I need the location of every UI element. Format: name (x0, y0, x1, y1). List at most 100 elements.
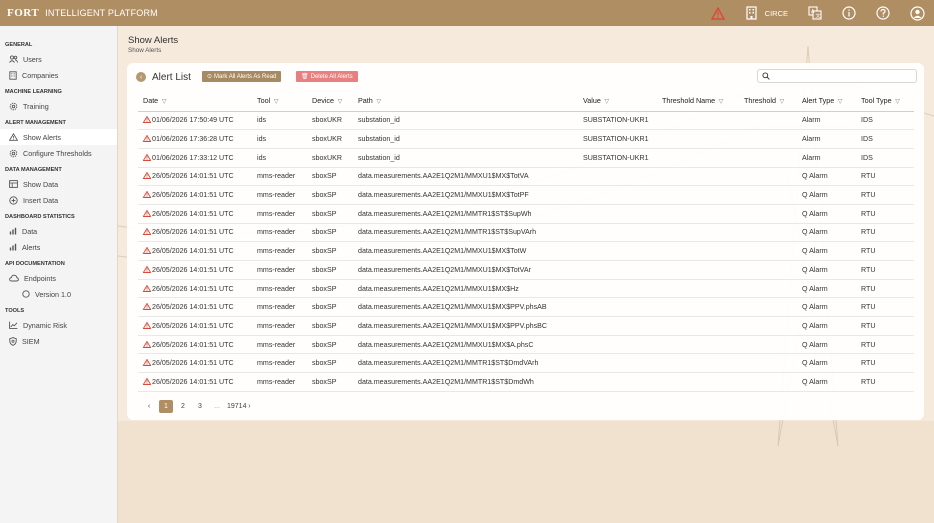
cell-value: mms-reader (257, 321, 296, 330)
column-header[interactable]: Date ▽ (138, 91, 252, 112)
table-cell: data.measurements.AA2E1Q2M1/MMXU1$MX$A.p… (353, 335, 578, 355)
page-button-last[interactable]: 19714 (227, 400, 246, 413)
warning-icon (143, 191, 151, 199)
user-avatar-icon[interactable] (900, 0, 934, 26)
column-header[interactable]: Value ▽ (578, 91, 657, 112)
search-input[interactable] (773, 72, 913, 80)
info-icon[interactable] (832, 0, 866, 26)
table-row[interactable]: 01/06/2026 17:36:28 UTC ids sboxUKR substat… (138, 129, 914, 149)
table-row[interactable]: 26/05/2026 14:01:51 UTC mms-reader sboxSP d… (138, 297, 914, 318)
sidebar-item-companies[interactable]: Companies (0, 67, 117, 83)
page-button-1[interactable]: 1 (159, 400, 173, 413)
table-cell: RTU (856, 279, 914, 299)
table-cell: data.measurements.AA2E1Q2M1/MMXU1$MX$PPV… (353, 316, 578, 336)
sidebar-item-endpoints[interactable]: Endpoints (0, 270, 117, 286)
table-row[interactable]: 01/06/2026 17:33:12 UTC ids sboxUKR substat… (138, 148, 914, 168)
page-button-2[interactable]: 2 (176, 400, 190, 413)
table-cell: Alarm (797, 111, 856, 131)
sidebar-item-version[interactable]: Version 1.0 (0, 286, 117, 302)
table-cell: Q Alarm (797, 241, 856, 261)
table-row[interactable]: 26/05/2026 14:01:51 UTC mms-reader sboxSP d… (138, 279, 914, 299)
table-cell: Q Alarm (797, 335, 856, 355)
delete-all-label: Delete All Alerts (310, 73, 353, 80)
table-cell (578, 279, 657, 299)
alert-notification-icon[interactable] (701, 0, 735, 26)
table-cell (739, 316, 797, 336)
table-row[interactable]: 26/05/2026 14:01:51 UTC mms-reader sboxSP d… (138, 260, 914, 280)
table-cell: RTU (856, 185, 914, 205)
sidebar-item-configure-thresholds[interactable]: Configure Thresholds (0, 145, 117, 161)
cell-value: RTU (861, 284, 876, 293)
table-cell (657, 129, 739, 149)
table-cell: 26/05/2026 14:01:51 UTC (138, 335, 252, 355)
prev-page-button[interactable]: ‹ (142, 400, 156, 413)
table-row[interactable]: 26/05/2026 14:01:51 UTC mms-reader sboxSP d… (138, 353, 914, 374)
table-cell (739, 260, 797, 280)
table-row[interactable]: 26/05/2026 14:01:51 UTC mms-reader sboxSP d… (138, 335, 914, 355)
table-cell: sboxSP (307, 204, 353, 224)
column-header[interactable]: Device ▽ (307, 91, 353, 112)
cell-value: ids (257, 153, 267, 162)
translate-icon[interactable]: A文 (798, 0, 832, 26)
search-box[interactable] (757, 69, 917, 83)
sidebar-item-show-data[interactable]: Show Data (0, 176, 117, 192)
cell-value: data.measurements.AA2E1Q2M1/MMTR1$ST$Sup… (358, 209, 532, 218)
sidebar-item-dynamic-risk[interactable]: Dynamic Risk (0, 317, 117, 333)
gear-icon (9, 149, 18, 157)
sidebar-item-insert-data[interactable]: Insert Data (0, 192, 117, 208)
table-cell: RTU (856, 241, 914, 261)
column-header[interactable]: Tool ▽ (252, 91, 307, 112)
column-header[interactable]: Alert Type ▽ (797, 91, 856, 112)
column-header-label: Alert Type (802, 96, 835, 106)
sort-chevron-icon: ▽ (335, 99, 343, 106)
table-row[interactable]: 26/05/2026 14:01:51 UTC mms-reader sboxSP d… (138, 241, 914, 261)
mark-all-read-button[interactable]: ⊙ Mark All Alerts As Read (202, 71, 282, 82)
column-header-label: Tool (257, 96, 271, 106)
table-row[interactable]: 26/05/2026 14:01:51 UTC mms-reader sboxSP d… (138, 185, 914, 205)
column-header[interactable]: Threshold ▽ (739, 91, 797, 112)
page-button-3[interactable]: 3 (193, 400, 207, 413)
table-row[interactable]: 26/05/2026 14:01:51 UTC mms-reader sboxSP d… (138, 204, 914, 224)
sidebar-item-siem[interactable]: SIEM (0, 333, 117, 349)
table-cell (739, 353, 797, 374)
cell-value: Q Alarm (802, 247, 828, 256)
column-header[interactable]: Threshold Name ▽ (657, 91, 739, 112)
cell-value: 26/05/2026 14:01:51 UTC (152, 172, 234, 181)
sidebar-section-dashboard-statistics: DASHBOARD STATISTICS (5, 214, 75, 220)
table-cell: sboxSP (307, 223, 353, 243)
sidebar-item-data[interactable]: Data (0, 223, 117, 239)
cell-value: sboxSP (312, 247, 337, 256)
sidebar-item-training[interactable]: Training (0, 98, 117, 114)
table-row[interactable]: 26/05/2026 14:01:51 UTC mms-reader sboxSP d… (138, 167, 914, 187)
sidebar-item-users[interactable]: Users (0, 51, 117, 67)
cell-value: 26/05/2026 14:01:51 UTC (152, 265, 234, 274)
cell-value: RTU (861, 321, 876, 330)
table-cell: 26/05/2026 14:01:51 UTC (138, 241, 252, 261)
cell-value: Q Alarm (802, 209, 828, 218)
sidebar-item-alerts[interactable]: Alerts (0, 239, 117, 255)
sidebar-item-label: Configure Thresholds (23, 148, 92, 158)
delete-all-button[interactable]: 🗑 Delete All Alerts (296, 71, 358, 82)
table-row[interactable]: 01/06/2026 17:50:49 UTC ids sboxUKR substat… (138, 111, 914, 131)
sidebar-item-show-alerts[interactable]: Show Alerts (0, 129, 117, 145)
table-cell: data.measurements.AA2E1Q2M1/MMXU1$MX$Tot… (353, 185, 578, 205)
table-row[interactable]: 26/05/2026 14:01:51 UTC mms-reader sboxSP d… (138, 372, 914, 392)
organization-building-icon[interactable] (735, 0, 769, 26)
column-header[interactable]: Path ▽ (353, 91, 578, 112)
help-icon[interactable] (866, 0, 900, 26)
table-cell (739, 241, 797, 261)
table-cell (578, 372, 657, 392)
back-button[interactable]: ‹ (136, 72, 146, 82)
table-cell (578, 241, 657, 261)
cell-value: 26/05/2026 14:01:51 UTC (152, 284, 234, 293)
column-header[interactable]: Tool Type ▽ (856, 91, 914, 112)
table-row[interactable]: 26/05/2026 14:01:51 UTC mms-reader sboxSP d… (138, 223, 914, 243)
table-cell (578, 297, 657, 318)
table-row[interactable]: 26/05/2026 14:01:51 UTC mms-reader sboxSP d… (138, 316, 914, 336)
table-cell: IDS (856, 148, 914, 168)
cell-value: 26/05/2026 14:01:51 UTC (152, 228, 234, 237)
cell-value: 26/05/2026 14:01:51 UTC (152, 303, 234, 312)
next-page-button[interactable]: › (246, 400, 252, 413)
warning-icon (143, 265, 151, 273)
table-cell: RTU (856, 167, 914, 187)
